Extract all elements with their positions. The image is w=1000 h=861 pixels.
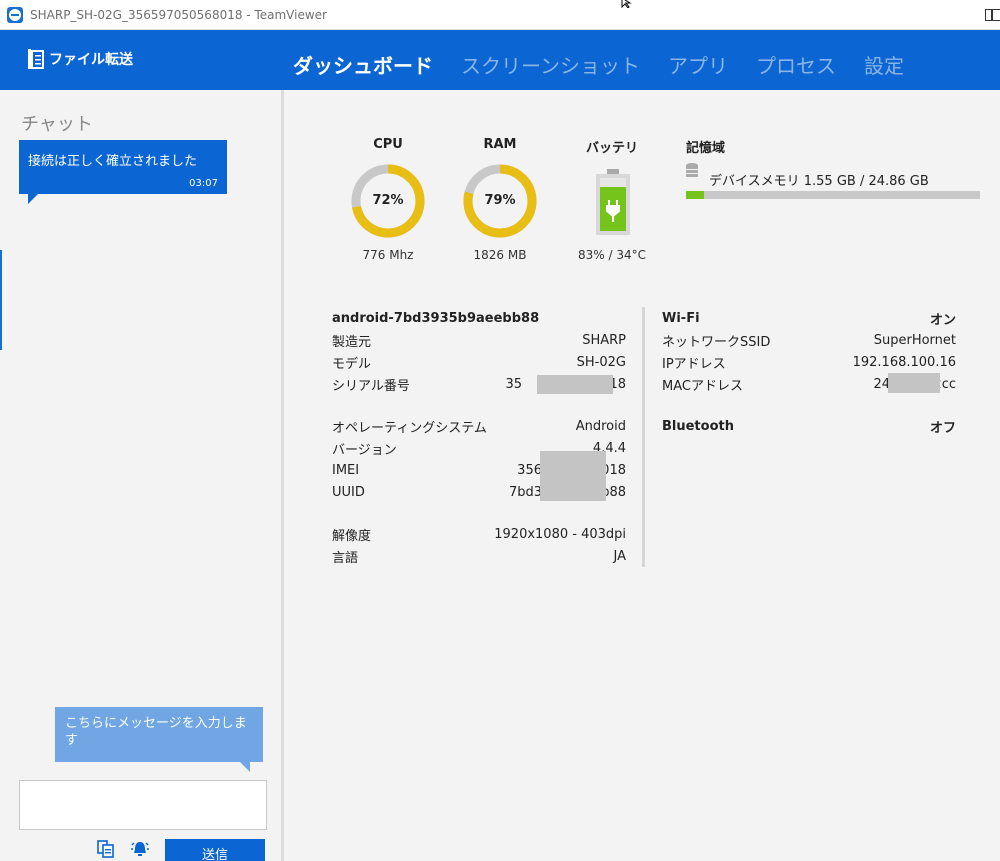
cpu-percent: 72% — [372, 193, 404, 208]
uuid-label: UUID — [332, 484, 365, 500]
tab-dashboard[interactable]: ダッシュボード — [293, 50, 433, 79]
storage-database-icon — [686, 163, 698, 177]
os-row: オペレーティングシステム Android — [332, 415, 626, 437]
resolution-label: 解像度 — [332, 528, 372, 544]
alarm-bell-icon[interactable] — [131, 840, 149, 858]
ram-usage: 1826 MB — [473, 248, 527, 262]
uuid-row: UUID 7bd3 b88 — [332, 481, 626, 503]
network-info: Wi-Fi オン ネットワークSSID SuperHornet IPアドレス 1… — [662, 307, 956, 437]
storage-usage-bar — [686, 191, 980, 199]
clipboard-icon[interactable] — [97, 840, 115, 858]
device-info: android-7bd3935b9aeebb88 製造元 SHARP モデル S… — [332, 307, 626, 567]
send-button[interactable]: 送信 — [165, 839, 265, 861]
imei-row: IMEI 356 018 — [332, 451, 626, 491]
os-label: オペレーティングシステム — [332, 420, 487, 436]
redaction-box — [888, 373, 940, 393]
storage-title: 記憶域 — [686, 141, 726, 156]
chat-message-time: 03:07 — [189, 178, 218, 189]
device-name: android-7bd3935b9aeebb88 — [332, 310, 540, 326]
title-bar: SHARP_SH-02G_356597050568018 - TeamViewe… — [0, 0, 1000, 30]
window-title: SHARP_SH-02G_356597050568018 - TeamViewe… — [30, 8, 327, 22]
battery-label: バッテリ — [585, 141, 638, 156]
chat-message-text: 接続は正しく確立されました — [28, 154, 198, 169]
ram-percent: 79% — [484, 193, 516, 208]
manufacturer-label: 製造元 — [332, 334, 372, 350]
cpu-label: CPU — [373, 137, 403, 152]
language-label: 言語 — [332, 550, 359, 566]
serial-label: シリアル番号 — [332, 378, 410, 394]
chat-message: 接続は正しく確立されました 03:07 — [19, 140, 227, 204]
chat-title: チャット — [21, 114, 93, 135]
input-hint-bubble: こちらにメッセージを入力します — [55, 707, 263, 772]
ssid-value: SuperHornet — [873, 332, 956, 348]
manufacturer-value: SHARP — [582, 332, 626, 348]
model-value: SH-02G — [576, 354, 626, 370]
bluetooth-row: Bluetooth オフ — [662, 415, 956, 437]
cpu-frequency: 776 Mhz — [362, 248, 414, 262]
redaction-box — [540, 481, 606, 501]
file-transfer-button[interactable]: ファイル転送 — [28, 48, 133, 70]
language-row: 言語 JA — [332, 545, 626, 567]
window-layout-icon[interactable] — [985, 9, 1000, 21]
wifi-state: オン — [929, 312, 956, 328]
model-label: モデル — [332, 356, 372, 372]
tab-apps[interactable]: アプリ — [668, 50, 728, 79]
resolution-value: 1920x1080 - 403dpi — [494, 526, 626, 542]
ram-gauge: 79% — [462, 163, 538, 239]
bluetooth-state: オフ — [929, 420, 956, 436]
info-column-divider — [642, 307, 645, 567]
redaction-box — [537, 375, 613, 394]
serial-row: シリアル番号 35 18 — [332, 373, 626, 395]
window-edge-mark — [0, 250, 2, 350]
top-header: ファイル転送 ダッシュボード スクリーンショット アプリ プロセス 設定 — [0, 30, 1000, 90]
uuid-value-prefix: 7bd3 — [508, 484, 542, 500]
wifi-row: Wi-Fi オン — [662, 307, 956, 329]
model-row: モデル SH-02G — [332, 351, 626, 373]
bluetooth-label: Bluetooth — [662, 418, 734, 434]
chat-message-input[interactable] — [19, 780, 267, 830]
resolution-row: 解像度 1920x1080 - 403dpi — [332, 523, 626, 545]
file-transfer-label: ファイル転送 — [49, 52, 133, 68]
version-label: バージョン — [332, 442, 397, 458]
storage-usage-text: デバイスメモリ 1.55 GB / 24.86 GB — [709, 174, 929, 189]
wifi-label: Wi-Fi — [662, 310, 700, 326]
tab-screenshot[interactable]: スクリーンショット — [461, 50, 640, 79]
ip-value: 192.168.100.16 — [852, 354, 956, 370]
battery-detail: 83% / 34°C — [578, 248, 646, 262]
imei-value-prefix: 356 — [517, 462, 542, 478]
os-value: Android — [575, 418, 626, 434]
ssid-row: ネットワークSSID SuperHornet — [662, 329, 956, 351]
serial-value-prefix: 35 — [505, 376, 522, 392]
language-value: JA — [613, 548, 627, 564]
device-name-row: android-7bd3935b9aeebb88 — [332, 307, 626, 329]
mac-row: MACアドレス 24 2cc — [662, 373, 956, 395]
mac-label: MACアドレス — [662, 378, 743, 394]
cpu-gauge: 72% — [350, 163, 426, 239]
dashboard-panel: CPU 72% 776 Mhz RAM 79% 1826 MB バッテリ 83%… — [284, 90, 1000, 861]
file-transfer-icon — [28, 49, 44, 69]
tab-processes[interactable]: プロセス — [756, 50, 836, 79]
input-hint-text: こちらにメッセージを入力します — [65, 716, 247, 748]
main-nav: ダッシュボード スクリーンショット アプリ プロセス 設定 — [293, 50, 932, 79]
storage-usage-fill — [686, 191, 705, 199]
ssid-label: ネットワークSSID — [662, 334, 771, 350]
imei-label: IMEI — [332, 462, 360, 478]
chat-bubble-tail — [28, 194, 38, 204]
manufacturer-row: 製造元 SHARP — [332, 329, 626, 351]
tab-settings[interactable]: 設定 — [864, 50, 904, 79]
ip-label: IPアドレス — [662, 356, 726, 372]
mouse-cursor-icon — [621, 0, 632, 8]
chat-panel: チャット 接続は正しく確立されました 03:07 こちらにメッセージを入力します… — [0, 90, 281, 861]
hint-bubble-tail — [240, 762, 250, 772]
ram-label: RAM — [483, 137, 517, 152]
ip-row: IPアドレス 192.168.100.16 — [662, 351, 956, 373]
battery-icon — [596, 169, 630, 235]
teamviewer-logo-icon — [7, 7, 23, 23]
